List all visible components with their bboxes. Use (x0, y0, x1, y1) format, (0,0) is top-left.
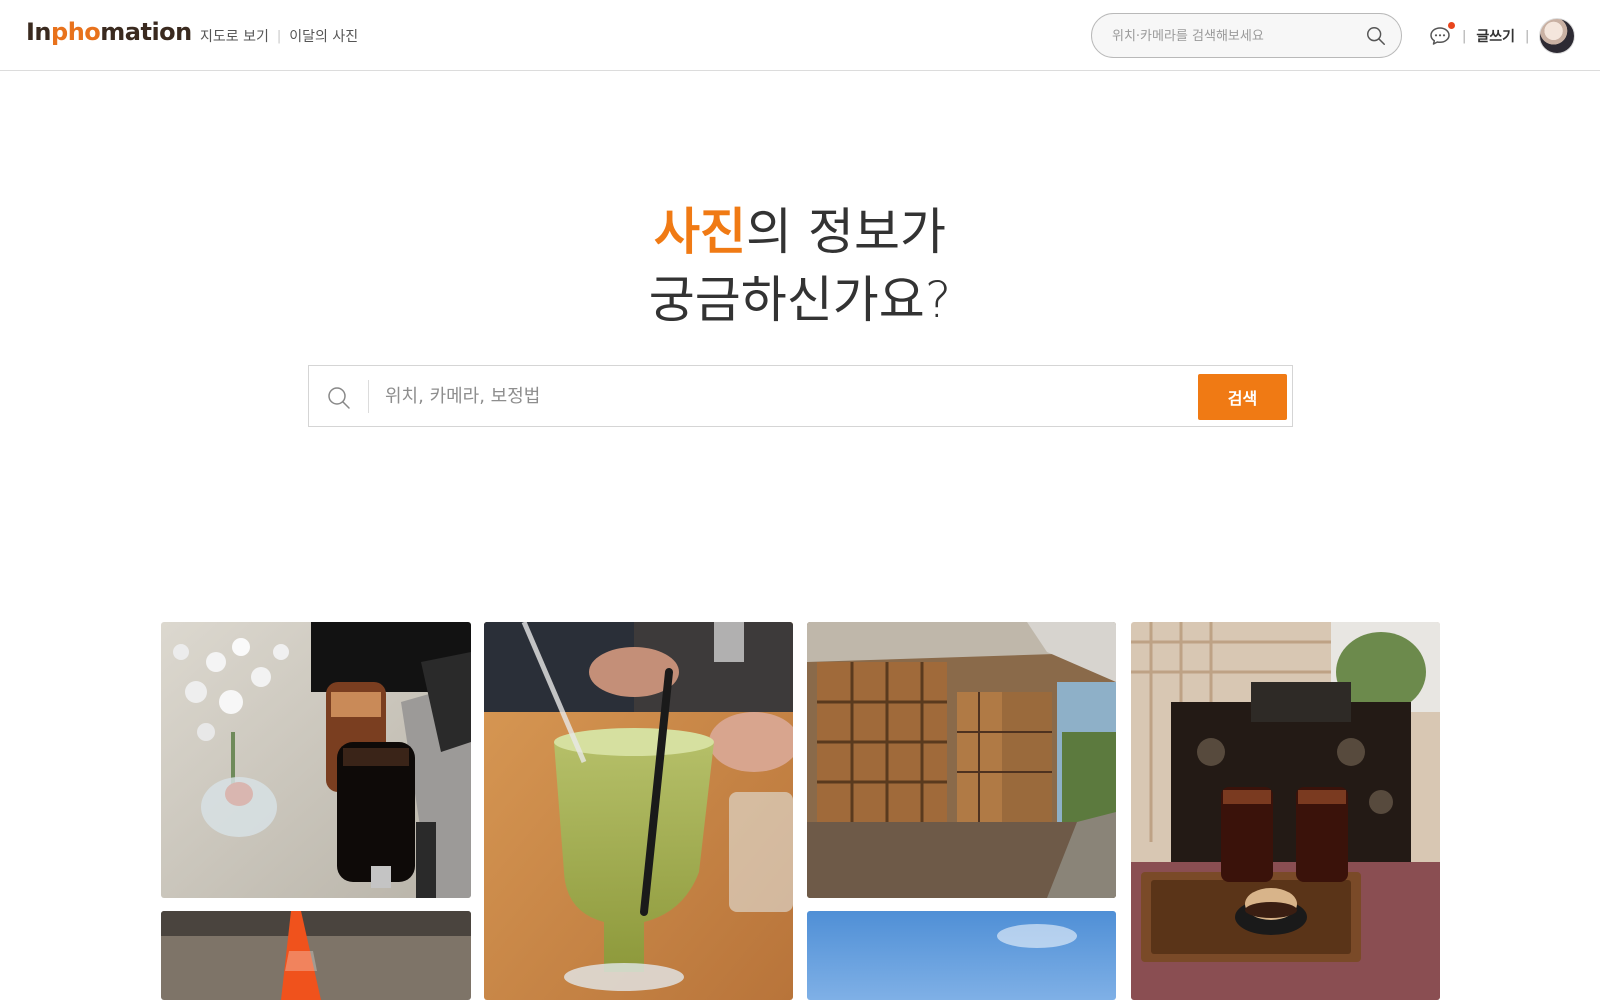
photo-cafe-drinks (161, 622, 471, 898)
top-header: Inphomation 지도로 보기 | 이달의 사진 | 글쓰기 | (0, 0, 1600, 71)
nav-divider: | (276, 28, 282, 44)
header-search-input[interactable] (1112, 23, 1352, 49)
search-divider (368, 380, 369, 413)
logo-pre: In (26, 18, 52, 46)
photo-card[interactable] (1131, 622, 1440, 1000)
chat-bubble-icon[interactable] (1428, 22, 1455, 48)
search-icon (328, 387, 350, 409)
main-search-bar: 검색 (308, 365, 1293, 427)
hero-title: 사진의 정보가 궁금하신가요? (0, 198, 1600, 334)
photo-card[interactable] (161, 911, 471, 1000)
photo-card[interactable] (484, 622, 793, 1000)
logo-accent: pho (51, 18, 101, 46)
search-button[interactable]: 검색 (1198, 374, 1287, 420)
header-search-box (1091, 13, 1402, 58)
nav-photo-of-month[interactable]: 이달의 사진 (289, 26, 358, 46)
avatar[interactable] (1539, 18, 1576, 54)
hero-line-1: 사진의 정보가 (0, 198, 1600, 266)
notification-dot (1448, 22, 1455, 29)
logo[interactable]: Inphomation (26, 18, 192, 46)
write-button[interactable]: 글쓰기 (1476, 26, 1515, 46)
search-icon[interactable] (1365, 25, 1387, 47)
header-actions: | 글쓰기 | (1428, 18, 1576, 54)
main-search-input[interactable] (385, 379, 1175, 413)
main-nav: 지도로 보기 | 이달의 사진 (200, 26, 358, 46)
header-divider: | (1462, 28, 1467, 44)
photo-hanok-house (807, 622, 1116, 898)
photo-iced-coffee-tray (1131, 622, 1440, 1000)
nav-map-view[interactable]: 지도로 보기 (200, 26, 269, 46)
photo-card[interactable] (807, 911, 1116, 1000)
photo-card[interactable] (161, 622, 471, 898)
photo-card[interactable] (807, 622, 1116, 898)
photo-traffic-cone (161, 911, 471, 1000)
hero-line-2: 궁금하신가요? (648, 271, 952, 329)
photo-green-drink (484, 622, 793, 1000)
photo-blue-sky (807, 911, 1116, 1000)
hero-accent-word: 사진 (654, 203, 747, 261)
logo-post: mation (100, 18, 192, 46)
hero-line-1-rest: 의 정보가 (746, 203, 946, 261)
header-divider: | (1525, 28, 1530, 44)
